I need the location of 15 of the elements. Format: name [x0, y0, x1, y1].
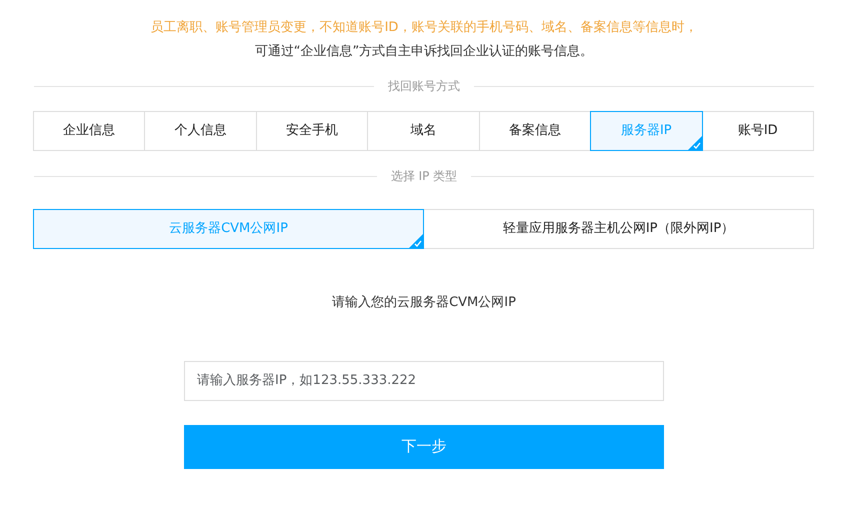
- option-tab[interactable]: 账号ID: [702, 111, 814, 151]
- corner-check-icon: [688, 136, 702, 150]
- option-tab[interactable]: 域名: [367, 111, 480, 151]
- option-tab[interactable]: 安全手机: [256, 111, 368, 151]
- warning-text: 员工离职、账号管理员变更，不知道账号ID，账号关联的手机号码、域名、备案信息等信息时，: [150, 19, 698, 37]
- option-tab[interactable]: 备案信息: [478, 111, 592, 151]
- option-tab[interactable]: 企业信息: [33, 111, 146, 151]
- prompt-text: 请输入您的云服务器CVM公网IP: [331, 294, 517, 312]
- hint-text: 可通过“企业信息”方式自主申诉找回企业认证的账号信息。: [254, 42, 594, 60]
- option-tab[interactable]: 轻量应用服务器主机公网IP（限外网IP）: [423, 209, 814, 249]
- option-tab[interactable]: 个人信息: [144, 111, 257, 151]
- section-label: 找回账号方式: [388, 78, 460, 95]
- ip-input-field[interactable]: 请输入服务器IP，如123.55.333.222: [184, 360, 664, 400]
- section-label: 选择 IP 类型: [390, 168, 458, 185]
- corner-check-icon: [409, 234, 423, 248]
